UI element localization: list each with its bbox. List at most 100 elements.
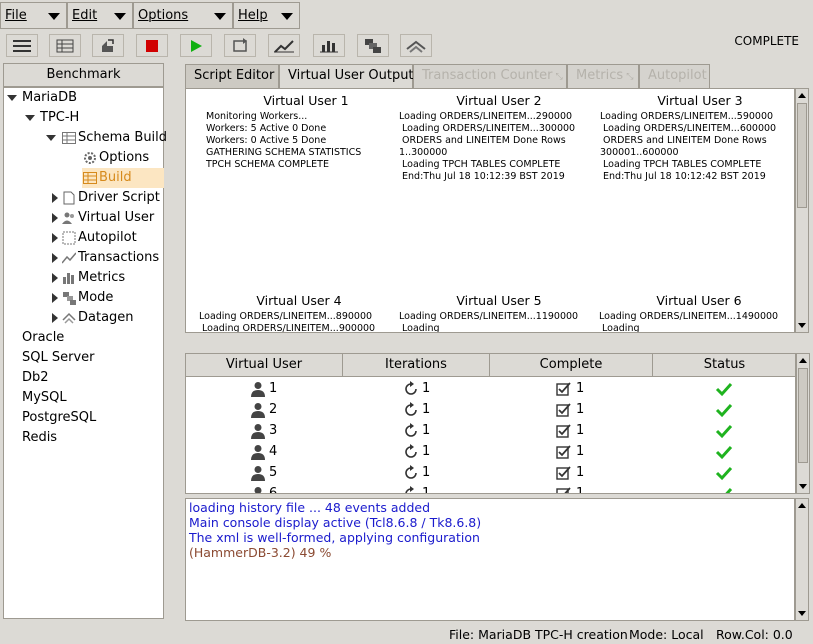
tree-tpch[interactable]: TPC-H (25, 108, 79, 128)
run-button[interactable] (180, 34, 212, 57)
iterations-value: 1 (422, 444, 431, 459)
chart-button[interactable] (268, 34, 300, 57)
tab-label: Metrics (576, 68, 624, 83)
hamburger-button[interactable] (6, 34, 38, 57)
tree-db2[interactable]: Db2 (22, 368, 49, 388)
menu-options[interactable]: Options (133, 2, 233, 29)
tree-build[interactable]: Build (82, 168, 164, 188)
tab-script-editor[interactable]: Script Editor (185, 64, 279, 88)
virtual-user-table: Virtual User Iterations Complete Status … (185, 353, 796, 494)
vu-number: 5 (269, 465, 278, 480)
collapsed-icon[interactable] (52, 233, 58, 243)
db-button[interactable] (357, 34, 389, 57)
col-complete[interactable]: Complete (490, 354, 653, 377)
tree-mode[interactable]: Mode (52, 288, 113, 308)
expanded-icon[interactable] (46, 135, 56, 141)
scroll-thumb[interactable] (797, 103, 807, 208)
build-icon (82, 170, 98, 186)
vu-title: Virtual User 2 (456, 93, 542, 108)
bar-chart-button[interactable] (313, 34, 345, 57)
vu-line: Workers: 5 Active 0 Done (206, 123, 327, 134)
collapsed-icon[interactable] (52, 273, 58, 283)
collapsed-icon[interactable] (52, 293, 58, 303)
menu-help[interactable]: Help (233, 2, 300, 29)
tree-metrics[interactable]: Metrics (52, 268, 125, 288)
vu-output-hscrollbar[interactable] (185, 333, 795, 347)
expanded-icon[interactable] (7, 95, 17, 101)
tree-oracle[interactable]: Oracle (22, 328, 64, 348)
schema-button[interactable] (49, 34, 81, 57)
menu-file[interactable]: File (0, 2, 67, 29)
table-row[interactable]: 2 1 1 (186, 399, 795, 420)
scroll-down-icon[interactable] (798, 611, 806, 616)
scroll-up-icon[interactable] (798, 93, 806, 98)
collapsed-icon[interactable] (52, 253, 58, 263)
wave-button[interactable] (400, 34, 432, 57)
scroll-down-icon[interactable] (799, 484, 807, 489)
iterations-value: 1 (422, 486, 431, 494)
scroll-down-icon[interactable] (798, 323, 806, 328)
tree-redis[interactable]: Redis (22, 428, 57, 448)
table-row[interactable]: 1 1 1 (186, 378, 795, 399)
scroll-up-icon[interactable] (798, 503, 806, 508)
col-status[interactable]: Status (653, 354, 795, 377)
cell-virtual-user: 2 (250, 399, 277, 420)
tab-transaction-counter[interactable]: Transaction Counter ⤡ (413, 64, 567, 88)
loop-button[interactable] (224, 34, 256, 57)
delete-button[interactable] (92, 34, 124, 57)
complete-value: 1 (576, 381, 585, 396)
console-line: loading history file ... 48 events added (189, 500, 431, 515)
tree-postgresql[interactable]: PostgreSQL (22, 408, 96, 428)
tab-virtual-user-output[interactable]: Virtual User Output (279, 64, 414, 89)
tree-schema-build[interactable]: Schema Build (46, 128, 167, 148)
expanded-icon[interactable] (25, 115, 35, 121)
vu-title: Virtual User 6 (656, 293, 742, 308)
cell-status (715, 378, 733, 399)
cell-complete: 1 (556, 441, 584, 462)
chart-icon (274, 39, 294, 53)
collapsed-icon[interactable] (52, 313, 58, 323)
collapsed-icon[interactable] (52, 213, 58, 223)
scroll-thumb[interactable] (798, 368, 808, 463)
user-icon (250, 444, 266, 460)
tree-virtual-user[interactable]: Virtual User (52, 208, 154, 228)
collapsed-icon[interactable] (52, 193, 58, 203)
table-row[interactable]: 5 1 1 (186, 462, 795, 483)
benchmark-header[interactable]: Benchmark (3, 63, 164, 87)
cell-complete: 1 (556, 399, 584, 420)
tree-sql-server[interactable]: SQL Server (22, 348, 95, 368)
tree-driver-script[interactable]: Driver Script (52, 188, 160, 208)
table-row[interactable]: 6 1 1 (186, 483, 795, 494)
menu-edit[interactable]: Edit (67, 2, 133, 29)
col-iterations[interactable]: Iterations (343, 354, 490, 377)
vu-output-scrollbar[interactable] (795, 88, 809, 333)
console-output[interactable]: loading history file ... 48 events added… (185, 498, 795, 621)
bar-chart-icon (320, 40, 338, 52)
stop-button[interactable] (136, 34, 168, 57)
vu-number: 2 (269, 402, 278, 417)
tree-label: MariaDB (22, 90, 78, 105)
user-icon (250, 381, 266, 397)
cell-complete: 1 (556, 483, 584, 493)
tree-options[interactable]: Options (82, 148, 149, 168)
tree-mariadb[interactable]: MariaDB (7, 88, 77, 108)
console-scrollbar[interactable] (795, 498, 809, 621)
user-icon (250, 402, 266, 418)
col-virtual-user[interactable]: Virtual User (186, 354, 343, 377)
table-scrollbar[interactable] (796, 353, 810, 494)
tree-autopilot[interactable]: Autopilot (52, 228, 137, 248)
tab-label: Autopilot (648, 68, 707, 83)
scroll-up-icon[interactable] (799, 358, 807, 363)
tree-datagen[interactable]: Datagen (52, 308, 134, 328)
tree-transactions[interactable]: Transactions (52, 248, 159, 268)
tab-autopilot[interactable]: Autopilot (639, 64, 710, 88)
user-icon (250, 423, 266, 439)
cell-virtual-user: 5 (250, 462, 277, 483)
tree-mysql[interactable]: MySQL (22, 388, 67, 408)
iterations-value: 1 (422, 381, 431, 396)
cell-status (715, 420, 733, 441)
table-row[interactable]: 4 1 1 (186, 441, 795, 462)
table-row[interactable]: 3 1 1 (186, 420, 795, 441)
stop-icon (146, 39, 158, 52)
tab-metrics[interactable]: Metrics ⤡ (567, 64, 639, 88)
